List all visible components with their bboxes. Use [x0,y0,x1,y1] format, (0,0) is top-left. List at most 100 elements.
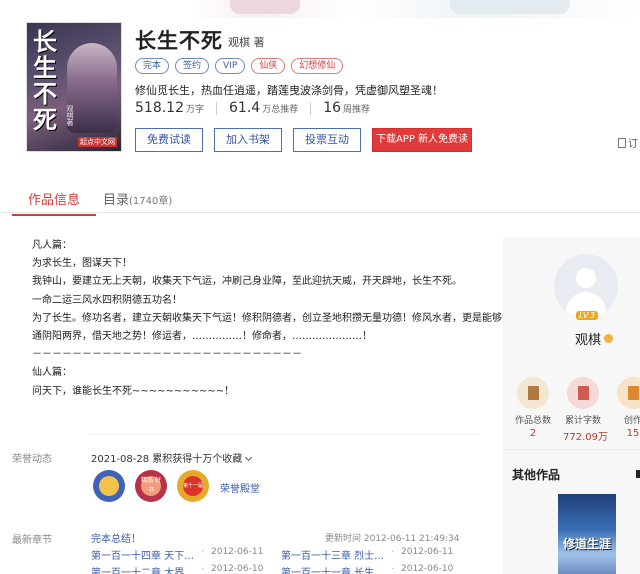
tag-complete: 完本 [135,58,170,74]
cover-brand: 起点中文网 [78,137,117,147]
chapter-date: 2012-06-11 [401,547,454,557]
separator-dot: · [391,564,395,574]
description-line: －－－－－－－－－－－－－－－－－－－－－－－－－－－ [32,349,302,361]
author-stat-label: 创作 [623,416,640,426]
author-stat-days: 创作 15 [613,377,640,443]
update-time: 更新时间 2012-06-11 21:49:34 [325,534,460,544]
badge-center: 第十一届 [183,476,203,496]
author-stat-value: 2 [529,428,537,439]
honor-badge-icon[interactable]: 精品 好书 [135,470,167,502]
tab-bar: 作品信息 目录(1740章) [0,183,640,216]
add-to-shelf-button[interactable]: 加入书架 [214,128,282,152]
author-stat-label: 作品总数 [514,416,551,426]
tab-catalog-count: (1740章) [129,196,173,207]
honor-hall-link[interactable]: 荣誉殿堂 [220,480,260,495]
book-author[interactable]: 观棋 著 [228,34,265,50]
other-work-cover[interactable]: 修道生涯 [558,494,616,574]
other-works-title: 其他作品 [512,468,561,482]
honor-entry-text: 2021-08-28 累积获得十万个收藏 [91,454,243,465]
chevron-down-icon [245,453,253,462]
description-line: 为求长生，图谋天下！ [32,258,132,270]
more-icon[interactable] [636,470,640,478]
tag-genre[interactable]: 仙侠 [251,58,286,74]
book-title: 长生不死 [135,29,223,53]
stat-unit: 万字 [186,105,205,115]
tag-signed: 签约 [175,58,210,74]
level-badge: LV.3 [576,311,599,320]
latest-chapters-label: 最新章节 [12,535,52,546]
book-cover[interactable]: 长生不死 观棋著 起点中文网 [26,22,122,152]
author-stat-words: 累计字数 772.09万 [563,377,608,443]
subscribe-label: 订 [628,139,638,150]
honor-label: 荣誉动态 [12,454,52,465]
description-line: 凡人篇： [32,240,72,251]
author-stat-label: 累计字数 [564,416,601,426]
description-line: 为了长生。修功名者，建立天朝收集天下气运！修积阴德者，创立圣地积攒无量功德！修风… [32,312,512,324]
banner-art [230,0,300,14]
tab-catalog[interactable]: 目录(1740章) [103,189,172,208]
chapter-date: 2012-06-11 [211,547,264,557]
honor-badge-icon[interactable]: 第十一届 [177,470,209,502]
document-icon [618,137,626,148]
stat-divider [310,101,312,115]
author-stat-value: 15 [626,428,640,439]
cover-author: 观棋著 [66,105,74,126]
latest-chapter-link[interactable]: 完本总结！ [91,530,141,545]
stat-week-recommend: 16 周推荐 [323,100,370,116]
top-banner [0,0,640,18]
author-panel: LV.3 观棋 作品总数 2 累计字数 772.09万 创作 15 其他作品 修… [503,237,640,574]
stat-number: 61.4 [229,100,261,116]
section-divider [90,434,480,435]
document-icon [567,377,599,409]
chapter-date: 2012-06-10 [401,564,454,574]
book-stats: 518.12 万字 61.4 万总推荐 16 周推荐 [135,100,382,116]
separator-dot: · [201,547,205,558]
chapter-link[interactable]: 第一百一十二章 大界… [91,564,201,574]
stat-word-count: 518.12 万字 [135,100,204,116]
tab-catalog-label: 目录 [103,193,130,208]
vote-button[interactable]: 投票互动 [293,128,361,152]
other-work-cover-title: 修道生涯 [562,537,611,551]
stat-number: 518.12 [135,100,184,116]
stat-unit: 周推荐 [343,105,371,115]
description-line: 通阴阳两界，借天地之势！修运者，……………！修命者，…………………！ [32,331,372,343]
tag-subgenre[interactable]: 幻想修仙 [291,58,344,74]
stat-total-recommend: 61.4 万总推荐 [229,100,298,116]
cover-title: 长生不死 [33,27,57,134]
book-intro: 修仙觅长生，热血任逍遥，踏莲曳波涤剑骨，凭虚御风塑圣魂！ [135,84,443,97]
avatar[interactable] [554,254,618,318]
chapter-row: 第一百一十四章 天下… · 2012-06-11 第一百一十三章 烈士… · 2… [91,547,471,562]
tab-work-info[interactable]: 作品信息 [11,189,97,216]
book-tags: 完本 签约 VIP 仙侠 幻想修仙 [135,58,344,74]
avatar-head [576,268,596,288]
author-stat-works: 作品总数 2 [513,377,553,443]
chapter-link[interactable]: 第一百一十一章 长生… [281,564,391,574]
stat-divider [216,101,218,115]
chapter-link[interactable]: 第一百一十四章 天下… [91,547,201,562]
download-app-button[interactable]: 下载APP 新人免费读 [372,128,472,152]
author-stat-value: 772.09万 [563,432,608,443]
chapter-date: 2012-06-10 [211,564,264,574]
action-buttons: 免费试读 加入书架 投票互动 下载APP 新人免费读 [135,128,472,152]
stat-number: 16 [323,100,342,116]
separator-dot: · [201,564,205,574]
honor-badges: 精品 好书 第十一届 [93,470,209,502]
chapter-link[interactable]: 第一百一十三章 烈士… [281,547,391,562]
description-line: 仙人篇： [32,367,72,379]
badge-center: 精品 好书 [141,476,161,496]
honor-entry-dropdown[interactable]: 2021-08-28 累积获得十万个收藏 [91,450,253,465]
free-trial-button[interactable]: 免费试读 [135,128,203,152]
banner-art [450,0,570,14]
calendar-icon [617,377,640,409]
description-line: 一命二运三风水四积阴德五功名！ [32,294,182,306]
badge-center [99,476,119,496]
stat-unit: 万总推荐 [262,105,299,115]
author-name[interactable]: 观棋 [575,329,601,348]
honor-badge-icon[interactable] [93,470,125,502]
book-description: 凡人篇： 为求长生，图谋天下！ 我钟山，要建立无上天朝，收集天下气运，冲刷己身业… [32,237,512,401]
panel-divider [503,449,640,450]
description-line: 问天下，谁能长生不死~~~~~~~~~~~！ [32,385,235,397]
subscribe-link[interactable]: 订 [618,135,638,150]
tag-vip: VIP [215,58,246,74]
description-line: 我钟山，要建立无上天朝，收集天下气运，冲刷己身业障，至此迎抗天威，开天辟地，长生… [32,276,462,288]
